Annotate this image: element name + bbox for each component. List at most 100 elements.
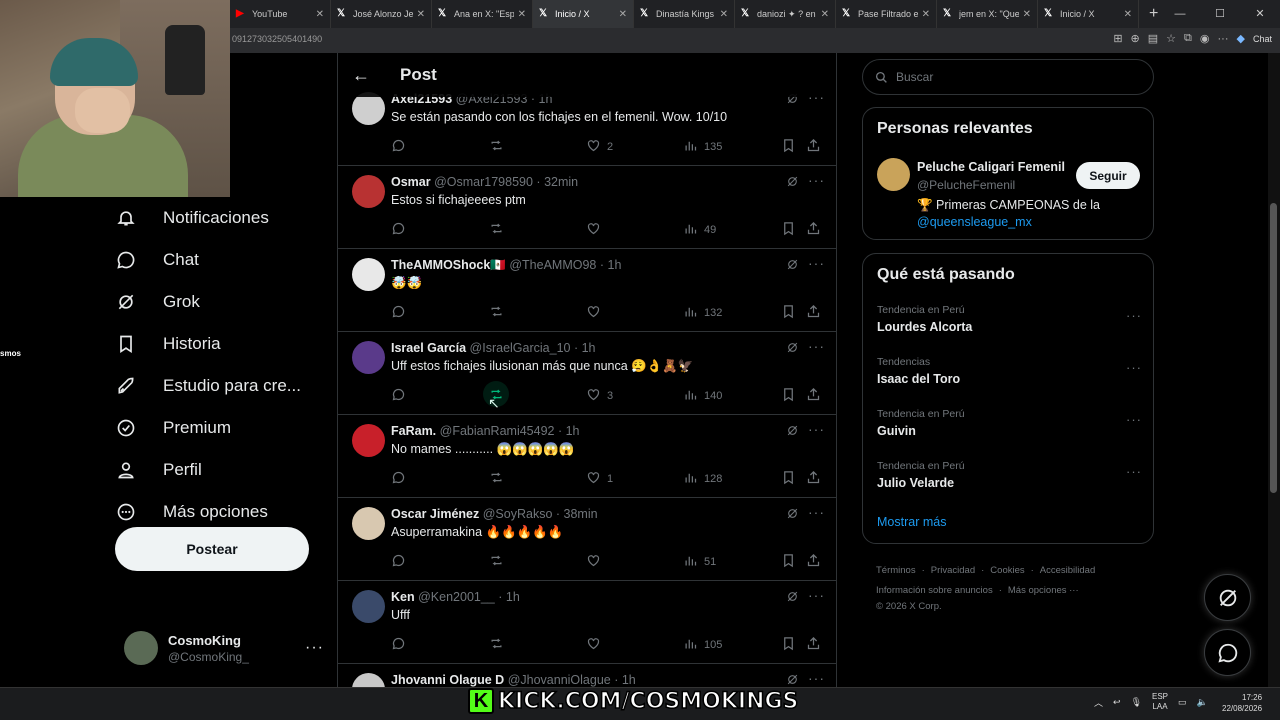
follow-button[interactable]: Seguir bbox=[1076, 162, 1140, 189]
browser-tab[interactable]: 𝕏 Dinastía Kings 👑 ✕ bbox=[634, 0, 735, 28]
grok-icon[interactable] bbox=[786, 341, 799, 357]
like-button[interactable]: 2 bbox=[586, 138, 613, 156]
close-tab-icon[interactable]: ✕ bbox=[720, 9, 728, 20]
profile-icon[interactable]: ◉ bbox=[1200, 32, 1210, 45]
footer-link[interactable]: Privacidad bbox=[931, 565, 975, 576]
browser-tab[interactable]: 𝕏 Pase Filtrado en ✕ bbox=[836, 0, 937, 28]
footer-link[interactable]: Términos bbox=[876, 565, 916, 576]
scrollbar-thumb[interactable] bbox=[1270, 203, 1277, 493]
language-indicator[interactable]: ESP LAA bbox=[1152, 692, 1168, 712]
more-options-icon[interactable]: ··· bbox=[808, 421, 825, 437]
reply-post[interactable]: TheAMMOShock🇲🇽 @TheAMMO98 · 1h 🤯🤯 ··· 132 bbox=[338, 249, 836, 332]
views-button[interactable]: 49 bbox=[683, 221, 716, 239]
network-icon[interactable]: ▭ bbox=[1178, 697, 1187, 708]
grok-icon[interactable] bbox=[786, 673, 799, 687]
more-options-icon[interactable]: ··· bbox=[808, 255, 825, 271]
relevant-name[interactable]: Peluche Caligari Femenil bbox=[917, 160, 1065, 174]
footer-link[interactable]: Cookies bbox=[990, 565, 1024, 576]
post-time[interactable]: 1h bbox=[566, 424, 580, 438]
more-options-icon[interactable]: ··· bbox=[808, 587, 825, 603]
close-tab-icon[interactable]: ✕ bbox=[417, 9, 425, 20]
search-input[interactable]: Buscar bbox=[862, 59, 1154, 95]
maximize-button[interactable]: ☐ bbox=[1200, 0, 1240, 28]
account-more-icon[interactable]: ··· bbox=[305, 639, 324, 657]
grok-icon[interactable] bbox=[786, 258, 799, 274]
avatar[interactable] bbox=[352, 424, 385, 457]
avatar[interactable] bbox=[352, 673, 385, 687]
bookmark-button[interactable] bbox=[781, 304, 796, 322]
close-window-button[interactable]: ✕ bbox=[1240, 0, 1280, 28]
author-name[interactable]: Israel García bbox=[391, 341, 466, 355]
author-name[interactable]: FaRam. bbox=[391, 424, 436, 438]
more-options-icon[interactable]: ··· bbox=[808, 338, 825, 354]
more-options-icon[interactable]: ··· bbox=[808, 504, 825, 520]
bookmark-button[interactable] bbox=[781, 470, 796, 488]
reply-post[interactable]: Ken @Ken2001__ · 1h Ufff ··· 105 bbox=[338, 581, 836, 664]
browser-tab[interactable]: 𝕏daniozi ✦ ? en ✕ bbox=[735, 0, 836, 28]
trend-more-icon[interactable]: ··· bbox=[1126, 308, 1142, 323]
trend-item[interactable]: Tendencias Isaac del Toro ··· bbox=[877, 356, 1142, 400]
grok-floating-button[interactable] bbox=[1204, 574, 1251, 621]
like-button[interactable] bbox=[586, 636, 607, 654]
reply-button[interactable] bbox=[391, 221, 406, 239]
views-button[interactable]: 128 bbox=[683, 470, 722, 488]
author-name[interactable]: Oscar Jiménez bbox=[391, 507, 479, 521]
browser-tab[interactable]: 𝕏 Ana en X: "Españ ✕ bbox=[432, 0, 533, 28]
close-tab-icon[interactable]: ✕ bbox=[922, 9, 930, 20]
share-button[interactable] bbox=[806, 138, 821, 156]
post-time[interactable]: 1h bbox=[622, 673, 636, 687]
repost-button[interactable] bbox=[489, 553, 504, 571]
like-button[interactable] bbox=[586, 304, 607, 322]
more-options-icon[interactable]: ··· bbox=[808, 670, 825, 686]
repost-button[interactable] bbox=[489, 470, 504, 488]
zoom-icon[interactable]: ⊕ bbox=[1131, 32, 1140, 45]
trend-more-icon[interactable]: ··· bbox=[1126, 412, 1142, 427]
close-tab-icon[interactable]: ✕ bbox=[821, 9, 829, 20]
grok-icon[interactable] bbox=[786, 590, 799, 606]
chat-button[interactable]: Chat bbox=[1253, 34, 1272, 44]
copilot-icon[interactable]: ◆ bbox=[1237, 32, 1245, 45]
like-button[interactable]: 3 bbox=[586, 387, 613, 405]
account-switcher[interactable]: CosmoKing @CosmoKing_ ··· bbox=[124, 630, 324, 666]
repost-button[interactable] bbox=[483, 381, 509, 407]
author-name[interactable]: TheAMMOShock🇲🇽 bbox=[391, 258, 506, 272]
bookmark-button[interactable] bbox=[781, 138, 796, 156]
grok-icon[interactable] bbox=[786, 175, 799, 191]
avatar[interactable] bbox=[352, 590, 385, 623]
reply-button[interactable] bbox=[391, 470, 406, 488]
share-button[interactable] bbox=[806, 553, 821, 571]
close-tab-icon[interactable]: ✕ bbox=[1124, 9, 1132, 20]
views-button[interactable]: 105 bbox=[683, 636, 722, 654]
share-button[interactable] bbox=[806, 387, 821, 405]
footer-link[interactable]: Accesibilidad bbox=[1040, 565, 1095, 576]
relevant-bio-link[interactable]: @queensleague_mx bbox=[917, 215, 1032, 229]
repost-button[interactable] bbox=[489, 304, 504, 322]
repost-button[interactable] bbox=[489, 138, 504, 156]
tray-app-icon[interactable]: ↩ bbox=[1113, 697, 1121, 708]
browser-tab[interactable]: 𝕏 Inicio / X ✕ bbox=[533, 0, 634, 28]
reply-button[interactable] bbox=[391, 304, 406, 322]
views-button[interactable]: 140 bbox=[683, 387, 722, 405]
reply-post[interactable]: Osmar @Osmar1798590 · 32min Estos si fich… bbox=[338, 166, 836, 249]
browser-tab[interactable]: 𝕏 José Alonzo Jerí ✕ bbox=[331, 0, 432, 28]
bookmark-button[interactable] bbox=[781, 553, 796, 571]
sidebar-item-notificaciones[interactable]: Notificaciones bbox=[115, 197, 335, 239]
trend-item[interactable]: Tendencia en Perú Julio Velarde ··· bbox=[877, 460, 1142, 504]
close-tab-icon[interactable]: ✕ bbox=[619, 9, 627, 20]
messages-floating-button[interactable] bbox=[1204, 629, 1251, 676]
share-button[interactable] bbox=[806, 221, 821, 239]
views-button[interactable]: 51 bbox=[683, 553, 716, 571]
sidebar-item-grok[interactable]: Grok bbox=[115, 281, 335, 323]
reply-button[interactable] bbox=[391, 138, 406, 156]
footer-link[interactable]: Más opciones ··· bbox=[1008, 585, 1079, 596]
trend-more-icon[interactable]: ··· bbox=[1126, 360, 1142, 375]
like-button[interactable] bbox=[586, 553, 607, 571]
browser-tab[interactable]: 𝕏jem en X: "Que h ✕ bbox=[937, 0, 1038, 28]
repost-button[interactable] bbox=[489, 636, 504, 654]
trend-item[interactable]: Tendencia en Perú Guivin ··· bbox=[877, 408, 1142, 452]
close-tab-icon[interactable]: ✕ bbox=[316, 9, 324, 20]
close-tab-icon[interactable]: ✕ bbox=[518, 9, 526, 20]
browser-tab[interactable]: 𝕏 Inicio / X ✕ bbox=[1038, 0, 1139, 28]
tab-search-icon[interactable]: ⊞ bbox=[1113, 32, 1122, 45]
reply-post[interactable]: Oscar Jiménez @SoyRakso · 38min Asuperram… bbox=[338, 498, 836, 581]
